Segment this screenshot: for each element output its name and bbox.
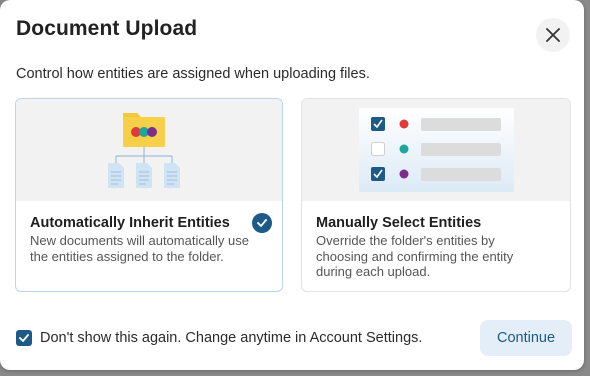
- document-upload-dialog: Document Upload Control how entities are…: [0, 0, 584, 370]
- selected-check-badge: [252, 213, 272, 233]
- option-title: Manually Select Entities: [316, 215, 482, 231]
- dialog-title: Document Upload: [16, 17, 198, 40]
- option-card-auto-inherit[interactable]: Automatically Inherit Entities New docum…: [15, 98, 283, 292]
- dont-show-again-checkbox[interactable]: [16, 330, 32, 346]
- dialog-subtitle: Control how entities are assigned when u…: [16, 66, 370, 82]
- checkmark-icon: [19, 334, 29, 342]
- close-icon: [546, 28, 560, 42]
- option-description: Override the folder's entities by choosi…: [316, 233, 514, 279]
- option-card-manual-select[interactable]: Manually Select Entities Override the fo…: [301, 98, 571, 292]
- auto-inherit-illustration: [16, 99, 282, 201]
- option-description: New documents will automatically use the…: [30, 233, 249, 264]
- checkmark-icon: [257, 219, 267, 227]
- option-title: Automatically Inherit Entities: [30, 215, 230, 231]
- dont-show-again-label[interactable]: Don't show this again. Change anytime in…: [40, 330, 422, 346]
- folder-icon: [123, 113, 165, 147]
- continue-button[interactable]: Continue: [480, 320, 572, 356]
- manual-select-illustration: [302, 99, 570, 201]
- close-button[interactable]: [536, 18, 570, 52]
- document-icons: [108, 163, 180, 188]
